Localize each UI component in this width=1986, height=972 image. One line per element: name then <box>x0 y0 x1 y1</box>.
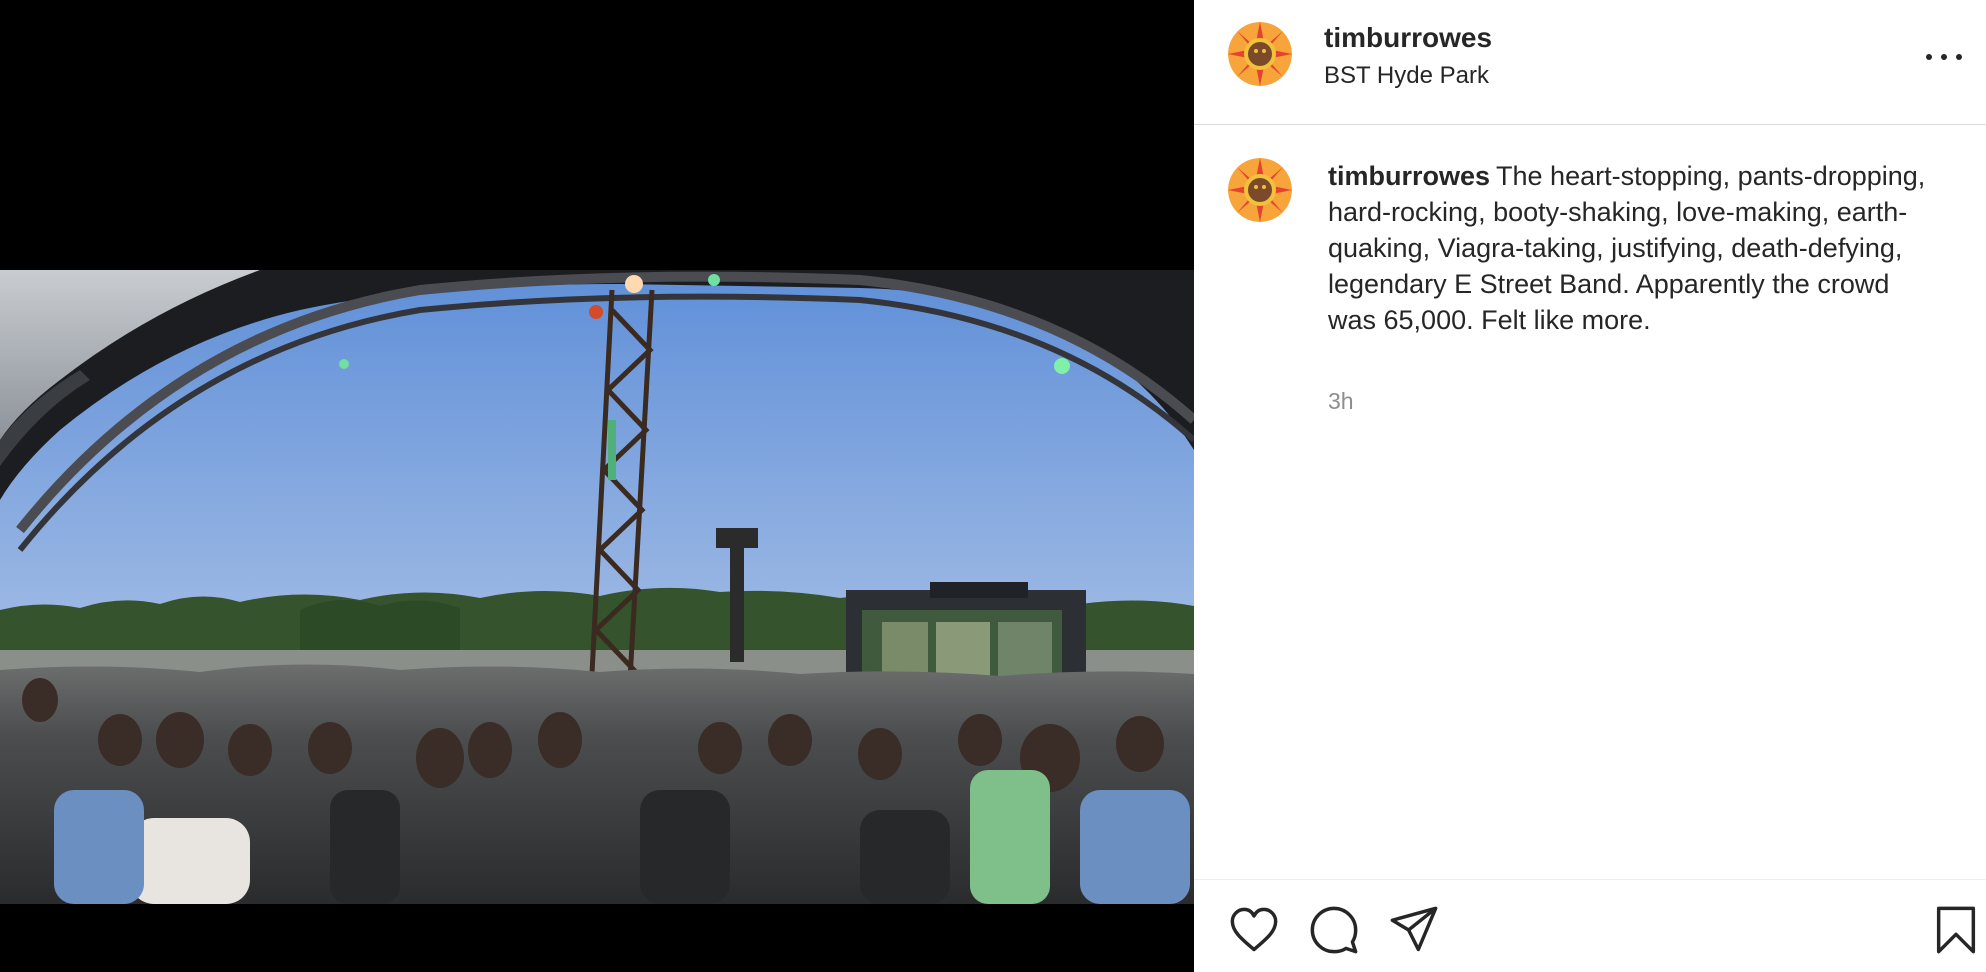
post-media[interactable] <box>0 0 1194 972</box>
post-author-username[interactable]: timburrowes <box>1324 22 1492 54</box>
caption-text-block: timburrowes The heart-stopping, pants-dro… <box>1328 158 1928 338</box>
heart-icon[interactable] <box>1228 904 1280 956</box>
bookmark-icon[interactable] <box>1930 904 1982 956</box>
comment-bubble-icon[interactable] <box>1308 904 1360 956</box>
more-dot <box>1941 54 1947 60</box>
more-dot <box>1926 54 1932 60</box>
action-bar <box>1194 879 1986 972</box>
avatar[interactable] <box>1228 158 1292 222</box>
more-dot <box>1956 54 1962 60</box>
avatar[interactable] <box>1228 22 1292 86</box>
post-side-panel: timburrowes BST Hyde Park timburrowes Th… <box>1194 0 1986 972</box>
concert-photo[interactable] <box>0 270 1194 904</box>
post-location[interactable]: BST Hyde Park <box>1324 62 1489 90</box>
post-timestamp[interactable]: 3h <box>1328 388 1354 415</box>
caption-username[interactable]: timburrowes <box>1328 161 1490 191</box>
paper-plane-icon[interactable] <box>1388 904 1440 956</box>
more-options-icon[interactable] <box>1920 36 1968 76</box>
post-header: timburrowes BST Hyde Park <box>1194 0 1986 125</box>
